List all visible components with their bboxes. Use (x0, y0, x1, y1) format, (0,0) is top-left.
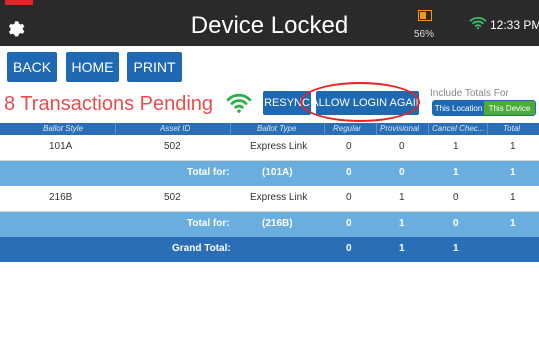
back-button[interactable]: BACK (7, 52, 57, 82)
col-total: Total (503, 124, 521, 133)
table-row: 216B 502 Express Link 0 1 0 1 (0, 186, 539, 212)
battery-icon (418, 10, 432, 21)
wifi-signal-green-icon (226, 93, 252, 113)
corner-badge (5, 0, 33, 5)
toggle-this-device[interactable]: This Device (484, 101, 535, 115)
total-row: Total for: (101A) 0 0 1 1 (0, 161, 539, 186)
print-button[interactable]: PRINT (127, 52, 182, 82)
col-ballot-style: Ballot Style (43, 124, 84, 133)
col-provisional: Provisional (380, 124, 420, 133)
transactions-table: Ballot Style Asset ID Ballot Type Regula… (0, 123, 539, 262)
home-button[interactable]: HOME (66, 52, 119, 82)
col-regular: Regular (333, 124, 362, 133)
totals-scope-toggle[interactable]: This Location This Device (432, 100, 536, 116)
col-asset-id: Asset ID (160, 124, 191, 133)
battery-percent: 56% (414, 29, 435, 40)
pending-transactions: 8 Transactions Pending (4, 93, 214, 115)
highlight-circle (300, 82, 420, 122)
page-title: Device Locked (190, 12, 349, 39)
toggle-this-location[interactable]: This Location (433, 101, 484, 115)
include-totals-label: Include Totals For (430, 88, 509, 99)
grand-total-row: Grand Total: 0 1 1 (0, 237, 539, 262)
total-row: Total for: (216B) 0 1 0 1 (0, 212, 539, 237)
table-row: 101A 502 Express Link 0 0 1 1 (0, 135, 539, 161)
col-cancel-check: Cancel Chec... (432, 124, 484, 133)
top-bar: Device Locked 56% 12:33 PM (0, 0, 539, 46)
clock: 12:33 PM (490, 18, 539, 32)
wifi-icon (469, 16, 487, 30)
table-header: Ballot Style Asset ID Ballot Type Regula… (0, 123, 539, 135)
col-ballot-type: Ballot Type (257, 124, 297, 133)
